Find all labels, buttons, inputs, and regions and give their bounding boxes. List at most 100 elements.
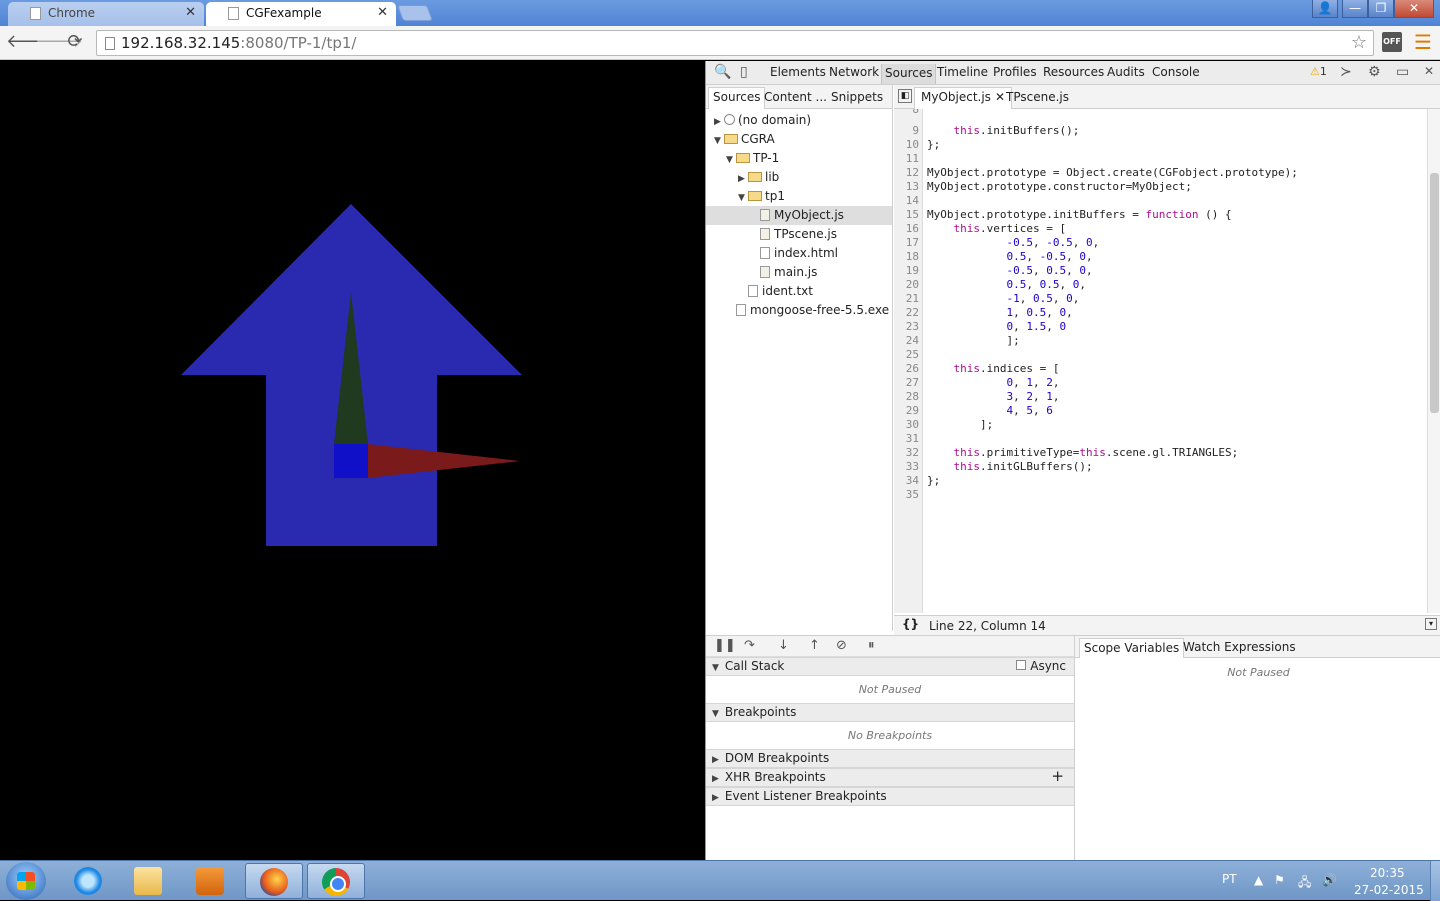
taskbar-media-player[interactable]: [182, 863, 240, 899]
tray-expand-icon[interactable]: ▲: [1254, 873, 1263, 887]
tab-profiles[interactable]: Profiles: [993, 65, 1037, 79]
tree-item[interactable]: ident.txt: [706, 282, 892, 301]
pretty-print-icon[interactable]: {}: [902, 617, 919, 631]
new-tab-button[interactable]: [397, 5, 433, 21]
code-line[interactable]: };: [927, 138, 940, 152]
tab-network[interactable]: Network: [829, 65, 879, 79]
nav-tab-sources[interactable]: Sources: [708, 87, 766, 109]
gear-icon[interactable]: ⚙: [1368, 64, 1381, 80]
tab-elements[interactable]: Elements: [770, 65, 826, 79]
drawer-toggle-icon[interactable]: ≻: [1340, 64, 1352, 80]
tab-cgfexample[interactable]: CGFexample ✕: [206, 2, 396, 26]
code-line[interactable]: -1, 0.5, 0,: [927, 292, 1079, 306]
scrollbar-thumb[interactable]: [1430, 173, 1439, 413]
reload-button[interactable]: ⟳: [64, 31, 86, 53]
code-line[interactable]: MyObject.prototype.initBuffers = functio…: [927, 208, 1232, 222]
breakpoints-header[interactable]: ▼ Breakpoints: [706, 703, 1074, 722]
dock-icon[interactable]: ▭: [1396, 64, 1409, 80]
code-line[interactable]: 4, 5, 6: [927, 404, 1052, 418]
code-line[interactable]: 3, 2, 1,: [927, 390, 1059, 404]
tree-item[interactable]: ▶ (no domain): [706, 111, 892, 130]
webgl-canvas[interactable]: [0, 61, 704, 860]
close-icon[interactable]: ✕: [377, 2, 388, 24]
code-line[interactable]: 0, 1, 2,: [927, 376, 1059, 390]
code-editor[interactable]: 8 9 10 11 12 13 14 15 16 17 18 19 20 21 22 23 24 25 26 27 28…: [894, 109, 1440, 613]
editor-tab-tpscene[interactable]: TPscene.js: [1006, 90, 1069, 104]
pause-icon[interactable]: ❚❚: [714, 638, 736, 653]
start-button[interactable]: [6, 862, 46, 900]
code-line[interactable]: MyObject.prototype.constructor=MyObject;: [927, 180, 1192, 194]
show-desktop-button[interactable]: [1430, 861, 1440, 901]
code-line[interactable]: -0.5, -0.5, 0,: [927, 236, 1099, 250]
warnings-badge[interactable]: ⚠1: [1310, 65, 1327, 78]
code-line[interactable]: this.vertices = [: [927, 222, 1067, 236]
url-text[interactable]: 192.168.32.145:8080/TP-1/tp1/: [121, 34, 356, 52]
tree-item[interactable]: TPscene.js: [706, 225, 892, 244]
tree-item[interactable]: MyObject.js: [706, 206, 892, 225]
tab-timeline[interactable]: Timeline: [937, 65, 988, 79]
async-checkbox[interactable]: Async: [1016, 658, 1066, 675]
tree-item[interactable]: main.js: [706, 263, 892, 282]
volume-icon[interactable]: 🔊: [1322, 873, 1337, 887]
code-line[interactable]: ];: [927, 418, 993, 432]
tree-item[interactable]: ▶ lib: [706, 168, 892, 187]
dom-breakpoints-header[interactable]: ▶ DOM Breakpoints: [706, 749, 1074, 768]
tab-audits[interactable]: Audits: [1107, 65, 1145, 79]
xhr-breakpoints-header[interactable]: ▶ XHR Breakpoints +: [706, 768, 1074, 787]
taskbar-chrome[interactable]: [307, 863, 365, 899]
code-line[interactable]: -0.5, 0.5, 0,: [927, 264, 1092, 278]
extension-off-icon[interactable]: OFF: [1382, 32, 1402, 52]
code-line[interactable]: 0.5, -0.5, 0,: [927, 250, 1092, 264]
back-button[interactable]: 🡐: [6, 31, 54, 53]
language-indicator[interactable]: PT: [1222, 872, 1237, 886]
tab-chrome[interactable]: Chrome ✕: [8, 2, 204, 26]
tree-item[interactable]: ▼ tp1: [706, 187, 892, 206]
action-center-icon[interactable]: ⚑: [1274, 873, 1285, 887]
code-line[interactable]: this.primitiveType=this.scene.gl.TRIANGL…: [927, 446, 1239, 460]
code-line[interactable]: this.indices = [: [927, 362, 1060, 376]
device-mode-icon[interactable]: ▯: [740, 64, 748, 80]
code-line[interactable]: this.initBuffers();: [927, 124, 1080, 138]
pause-on-exceptions-icon[interactable]: ⏸: [868, 638, 875, 653]
code-line[interactable]: this.initGLBuffers();: [927, 460, 1093, 474]
add-icon[interactable]: +: [1051, 768, 1064, 785]
code-line[interactable]: 0.5, 0.5, 0,: [927, 278, 1086, 292]
taskbar-internet-explorer[interactable]: [60, 863, 118, 899]
bookmark-star-icon[interactable]: ☆: [1351, 32, 1367, 53]
tree-item[interactable]: ▼ TP-1: [706, 149, 892, 168]
tree-item[interactable]: ▼ CGRA: [706, 130, 892, 149]
navigator-toggle-icon[interactable]: ◧: [898, 89, 912, 103]
close-icon[interactable]: ✕: [1424, 64, 1434, 78]
editor-scrollbar[interactable]: [1427, 109, 1440, 613]
step-into-icon[interactable]: ↓: [778, 638, 789, 653]
close-icon[interactable]: ✕: [995, 90, 1005, 104]
step-over-icon[interactable]: ↷: [744, 638, 755, 653]
code-line[interactable]: MyObject.prototype = Object.create(CGFob…: [927, 166, 1298, 180]
tree-item[interactable]: index.html: [706, 244, 892, 263]
nav-tab-snippets[interactable]: Snippets: [831, 90, 883, 104]
tab-console[interactable]: Console: [1152, 65, 1200, 79]
editor-tab-myobject[interactable]: MyObject.js ✕: [914, 87, 1012, 109]
split-toggle-icon[interactable]: ▾: [1425, 618, 1437, 630]
event-listener-breakpoints-header[interactable]: ▶ Event Listener Breakpoints: [706, 787, 1074, 806]
tree-item[interactable]: mongoose-free-5.5.exe: [706, 301, 892, 320]
forward-button[interactable]: 🡒: [35, 31, 83, 53]
code-line[interactable]: ];: [927, 334, 1019, 348]
taskbar-firefox[interactable]: [245, 863, 303, 899]
tab-watch-expressions[interactable]: Watch Expressions: [1183, 640, 1296, 654]
code-line[interactable]: 1, 0.5, 0,: [927, 306, 1072, 320]
code-line[interactable]: 0, 1.5, 0: [927, 320, 1066, 334]
network-icon[interactable]: 🖧: [1298, 873, 1311, 894]
user-icon[interactable]: 👤: [1312, 0, 1338, 18]
close-window-button[interactable]: ✕: [1394, 0, 1434, 18]
tab-sources[interactable]: Sources: [881, 64, 937, 84]
deactivate-breakpoints-icon[interactable]: ⊘: [836, 638, 847, 653]
nav-tab-content-scripts[interactable]: Content ...: [764, 90, 827, 104]
step-out-icon[interactable]: ↑: [809, 638, 820, 653]
chrome-menu-icon[interactable]: ☰: [1414, 30, 1432, 54]
code-line[interactable]: };: [927, 474, 940, 488]
restore-button[interactable]: ❐: [1368, 0, 1394, 18]
search-icon[interactable]: 🔍: [714, 64, 731, 80]
call-stack-header[interactable]: ▼ Call Stack Async: [706, 657, 1074, 676]
taskbar-file-explorer[interactable]: [120, 863, 178, 899]
